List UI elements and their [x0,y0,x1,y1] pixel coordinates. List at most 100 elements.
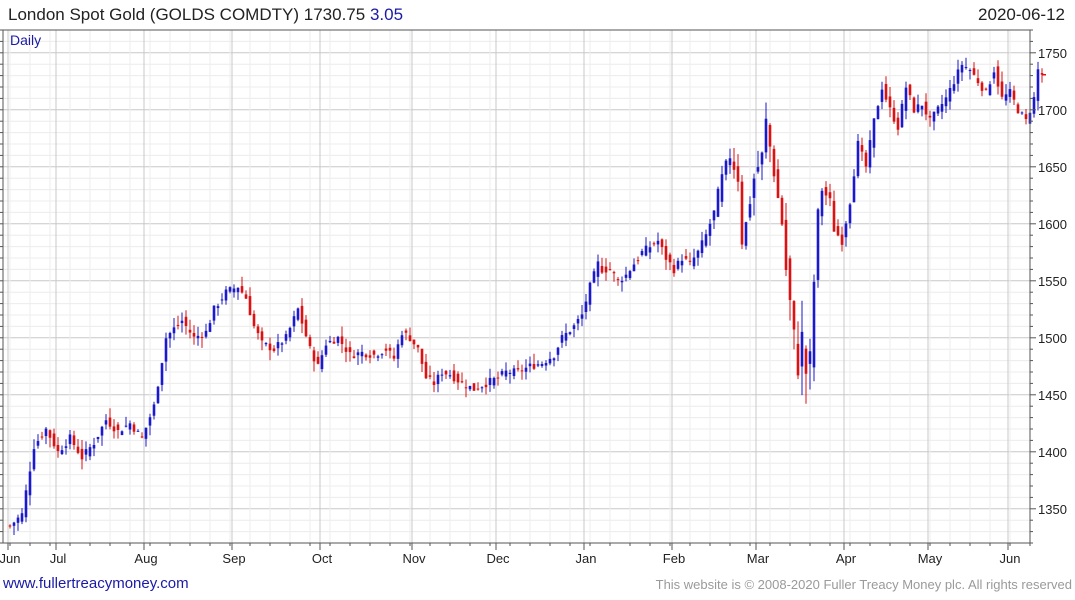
candle-body [248,296,252,316]
candle-body [236,287,240,293]
candle-body [456,373,460,383]
candle-body [616,279,620,281]
candle-body [376,356,380,358]
candle-body [924,101,928,115]
candle-body [312,350,316,362]
site-link[interactable]: www.fullertreacymoney.com [3,575,189,592]
candle [100,425,104,446]
candle [716,186,720,218]
candle [12,521,16,535]
candle-body [116,424,120,431]
candle-body [64,446,68,448]
candle-body [480,387,484,389]
copyright-notice: This website is © 2008-2020 Fuller Treac… [655,577,1072,592]
candle-body [848,204,852,224]
candle [652,241,656,247]
candle [688,252,692,266]
candle-body [104,420,108,425]
candle [980,81,984,97]
candle-body [648,247,652,253]
candle [748,196,752,221]
candle [668,252,672,271]
candle [812,274,816,382]
candle-body [860,145,864,152]
candle [568,331,572,336]
candle [932,111,936,131]
candle [132,422,136,435]
candle-body [76,446,80,453]
candle [28,461,32,506]
candle [80,440,84,470]
candle [288,326,292,342]
candle [108,408,112,430]
candle [628,269,632,280]
candle-body [736,166,740,182]
candle-body [660,239,664,248]
candle [680,254,684,273]
candle-body [916,104,920,112]
candle [188,319,192,339]
candle-body [572,325,576,329]
candle-body [996,66,1000,87]
candle [72,430,76,450]
candle-body [928,115,932,118]
candle-body [840,234,844,245]
candle-body [552,358,556,361]
candle [884,76,888,103]
candle-body [716,188,720,217]
candle-body [508,372,512,374]
candle [708,219,712,246]
candle [468,385,472,392]
candle-body [344,347,348,352]
candle-body [48,430,52,438]
candle-body [836,226,840,236]
candle-body [212,305,216,321]
candle [988,81,992,96]
candle-body [592,271,596,283]
candle-body [292,316,296,327]
candle-body [640,251,644,256]
y-tick-label: 1600 [1038,217,1067,232]
candle [684,248,688,261]
candle [900,100,904,129]
candle [788,255,792,321]
candle-body [496,377,500,379]
candle-body [596,261,600,277]
candle-body [88,447,92,457]
candle [792,300,796,350]
candle-body [16,517,20,523]
candle [440,368,444,382]
candle [324,339,328,357]
candle [864,150,868,173]
candle-body [772,148,776,177]
candle-body [380,354,384,356]
candle [924,93,928,121]
candle [212,305,216,325]
candle [432,372,436,393]
candle-body [876,106,880,120]
candle [400,330,404,348]
candle [424,353,428,380]
candle [856,133,860,179]
candle [556,346,560,362]
candle-body [96,436,100,440]
candle-body [952,84,956,91]
candle [720,165,724,207]
candle [352,350,356,359]
candle-body [316,356,320,364]
candle-body [516,368,520,370]
candle-body [324,345,328,355]
candle [96,436,100,443]
candle [936,105,940,117]
candle [808,338,812,390]
candle [296,307,300,322]
candle [848,202,852,229]
candle [776,159,780,199]
candle [220,293,224,305]
candle [252,310,256,329]
candle-body [1004,94,1008,101]
period-label: Daily [10,32,41,48]
candle-body [476,388,480,390]
candle-body [628,271,632,279]
candle [264,342,268,347]
